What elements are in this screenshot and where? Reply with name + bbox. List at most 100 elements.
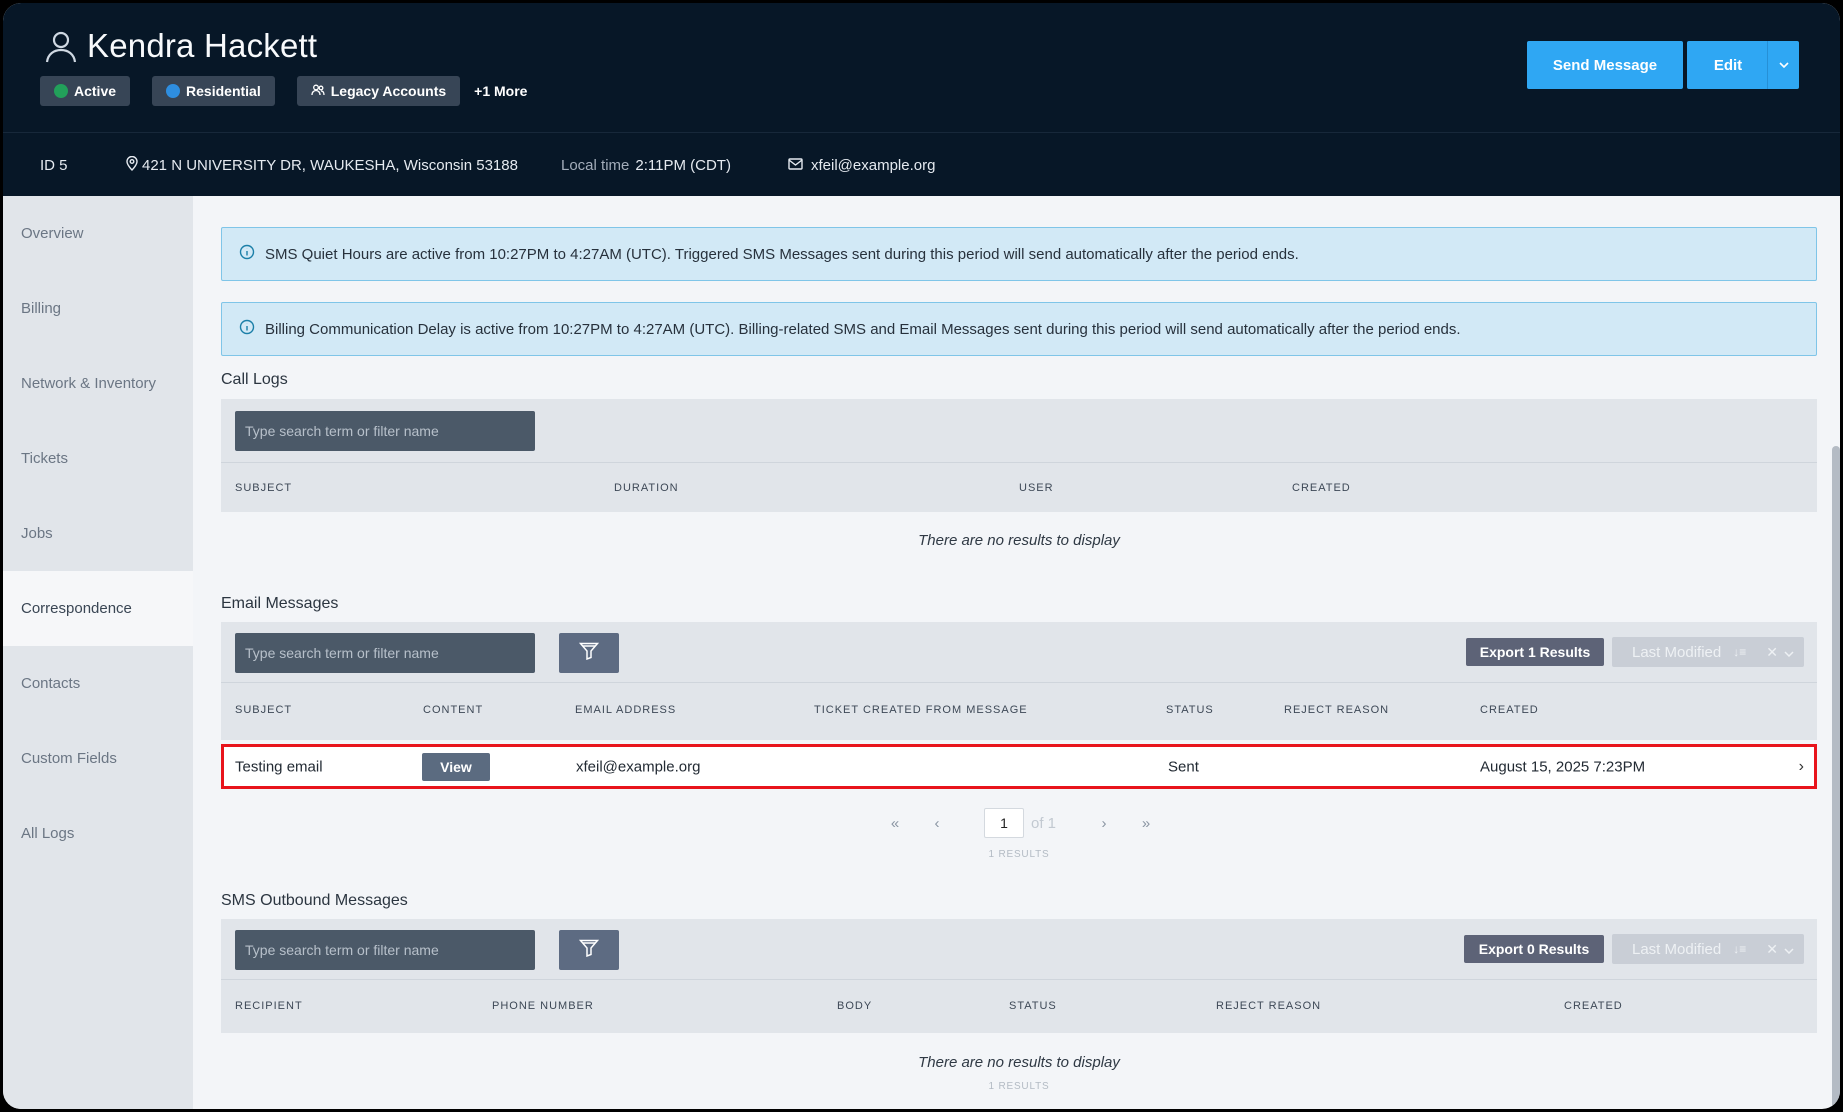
tag-active[interactable]: Active bbox=[40, 76, 131, 106]
call-logs-search-input[interactable] bbox=[235, 411, 535, 451]
tag-label: Active bbox=[74, 83, 117, 99]
customer-tags: Active Residential Legacy Accounts +1 Mo… bbox=[40, 76, 527, 106]
sidebar-item-correspondence[interactable]: Correspondence bbox=[3, 571, 193, 646]
email-subject: Testing email bbox=[235, 758, 323, 775]
column-header-email-address[interactable]: EMAIL ADDRESS bbox=[575, 704, 676, 716]
sidebar-item-overview[interactable]: Overview bbox=[3, 196, 193, 271]
status-dot-icon bbox=[166, 84, 181, 98]
header-top: Kendra Hackett Active Residential Legacy… bbox=[3, 3, 1840, 133]
sidebar-item-billing[interactable]: Billing bbox=[3, 271, 193, 346]
call-logs-toolbar bbox=[221, 399, 1817, 462]
prev-page-button[interactable]: ‹ bbox=[927, 808, 947, 838]
mail-icon bbox=[788, 157, 803, 174]
chevron-down-icon[interactable] bbox=[1784, 941, 1794, 958]
sidebar-item-tickets[interactable]: Tickets bbox=[3, 421, 193, 496]
first-page-button[interactable]: « bbox=[885, 808, 905, 838]
column-header-created[interactable]: CREATED bbox=[1292, 482, 1351, 494]
sidebar-item-jobs[interactable]: Jobs bbox=[3, 496, 193, 571]
email-messages-title: Email Messages bbox=[221, 595, 339, 612]
email-address: xfeil@example.org bbox=[576, 758, 701, 775]
export-results-button[interactable]: Export 0 Results bbox=[1464, 935, 1604, 963]
column-header-created[interactable]: CREATED bbox=[1564, 1000, 1623, 1012]
sidebar-item-all-logs[interactable]: All Logs bbox=[3, 796, 193, 871]
customer-email[interactable]: xfeil@example.org bbox=[788, 157, 935, 174]
alert-text: Billing Communication Delay is active fr… bbox=[265, 320, 1461, 338]
column-header-phone-number[interactable]: PHONE NUMBER bbox=[492, 1000, 594, 1012]
column-header-reject-reason[interactable]: REJECT REASON bbox=[1284, 704, 1389, 716]
email-results-count: 1 RESULTS bbox=[988, 849, 1050, 860]
table-row[interactable]: Testing email View xfeil@example.org Sen… bbox=[221, 744, 1817, 789]
edit-button[interactable]: Edit bbox=[1687, 41, 1799, 89]
column-header-subject[interactable]: SUBJECT bbox=[235, 704, 292, 716]
sidebar-item-contacts[interactable]: Contacts bbox=[3, 646, 193, 721]
page-of-text: of 1 bbox=[1031, 814, 1057, 832]
header-actions: Send Message Edit bbox=[1527, 41, 1799, 89]
sms-empty-text: There are no results to display bbox=[918, 1054, 1120, 1071]
main-content: SMS Quiet Hours are active from 10:27PM … bbox=[221, 196, 1817, 1109]
sms-results-count: 1 RESULTS bbox=[988, 1081, 1050, 1092]
tag-legacy-accounts[interactable]: Legacy Accounts bbox=[296, 76, 461, 106]
sort-order-icon[interactable]: ↓≡ bbox=[1733, 645, 1746, 659]
edit-label: Edit bbox=[1713, 56, 1743, 74]
column-header-status[interactable]: STATUS bbox=[1009, 1000, 1057, 1012]
more-tags-link[interactable]: +1 More bbox=[474, 83, 527, 99]
sidebar-item-custom-fields[interactable]: Custom Fields bbox=[3, 721, 193, 796]
last-page-button[interactable]: » bbox=[1136, 808, 1156, 838]
chevron-right-icon[interactable]: › bbox=[1799, 758, 1804, 776]
sort-order-icon[interactable]: ↓≡ bbox=[1733, 942, 1746, 956]
sort-label: Last Modified bbox=[1632, 940, 1722, 958]
column-header-created[interactable]: CREATED bbox=[1480, 704, 1539, 716]
email-messages-column-header: SUBJECT CONTENT EMAIL ADDRESS TICKET CRE… bbox=[221, 683, 1817, 740]
column-header-duration[interactable]: DURATION bbox=[614, 482, 679, 494]
customer-address: 421 N UNIVERSITY DR, WAUKESHA, Wisconsin… bbox=[126, 155, 518, 175]
email-text: xfeil@example.org bbox=[811, 156, 936, 174]
sort-select[interactable]: Last Modified ↓≡ ✕ bbox=[1612, 637, 1804, 667]
call-logs-empty-text: There are no results to display bbox=[918, 532, 1120, 549]
app-window: Kendra Hackett Active Residential Legacy… bbox=[3, 3, 1840, 1109]
view-content-button[interactable]: View bbox=[422, 752, 490, 781]
page-number-input[interactable]: 1 bbox=[984, 808, 1024, 838]
tag-label: Legacy Accounts bbox=[330, 83, 447, 99]
sms-search-input[interactable] bbox=[235, 930, 535, 970]
email-messages-toolbar: Export 1 Results Last Modified ↓≡ ✕ bbox=[221, 622, 1817, 682]
address-text: 421 N UNIVERSITY DR, WAUKESHA, Wisconsin… bbox=[142, 156, 518, 174]
column-header-subject[interactable]: SUBJECT bbox=[235, 482, 292, 494]
clear-sort-icon[interactable]: ✕ bbox=[1766, 644, 1778, 661]
column-header-user[interactable]: USER bbox=[1019, 482, 1054, 494]
tag-residential[interactable]: Residential bbox=[152, 76, 275, 106]
column-header-recipient[interactable]: RECIPIENT bbox=[235, 1000, 303, 1012]
customer-id: ID 5 bbox=[40, 156, 68, 174]
filter-icon bbox=[578, 642, 600, 665]
column-header-reject-reason[interactable]: REJECT REASON bbox=[1216, 1000, 1321, 1012]
sort-select[interactable]: Last Modified ↓≡ ✕ bbox=[1612, 934, 1804, 964]
customer-header: Kendra Hackett Active Residential Legacy… bbox=[3, 3, 1840, 196]
chevron-down-icon[interactable] bbox=[1767, 41, 1799, 89]
column-header-ticket-created[interactable]: TICKET CREATED FROM MESSAGE bbox=[814, 704, 1028, 716]
sidebar-nav: Overview Billing Network & Inventory Tic… bbox=[3, 196, 193, 1109]
column-header-body[interactable]: BODY bbox=[837, 1000, 872, 1012]
filter-button[interactable] bbox=[559, 633, 619, 673]
sidebar-item-network-inventory[interactable]: Network & Inventory bbox=[3, 346, 193, 421]
next-page-button[interactable]: › bbox=[1094, 808, 1114, 838]
person-icon bbox=[43, 28, 79, 64]
email-search-input[interactable] bbox=[235, 633, 535, 673]
filter-icon bbox=[578, 939, 600, 962]
clear-sort-icon[interactable]: ✕ bbox=[1766, 941, 1778, 958]
local-time-value: 2:11PM (CDT) bbox=[635, 156, 731, 174]
chevron-down-icon[interactable] bbox=[1784, 644, 1794, 661]
send-message-button[interactable]: Send Message bbox=[1527, 41, 1683, 89]
column-header-content[interactable]: CONTENT bbox=[423, 704, 483, 716]
email-status: Sent bbox=[1168, 758, 1199, 775]
billing-delay-alert: Billing Communication Delay is active fr… bbox=[221, 302, 1817, 356]
call-logs-title: Call Logs bbox=[221, 371, 288, 388]
email-created: August 15, 2025 7:23PM bbox=[1480, 758, 1646, 775]
sms-outbound-toolbar: Export 0 Results Last Modified ↓≡ ✕ bbox=[221, 919, 1817, 979]
customer-name: Kendra Hackett bbox=[87, 27, 318, 64]
customer-info-bar: ID 5 421 N UNIVERSITY DR, WAUKESHA, Wisc… bbox=[3, 134, 1840, 196]
export-results-button[interactable]: Export 1 Results bbox=[1466, 638, 1604, 666]
column-header-status[interactable]: STATUS bbox=[1166, 704, 1214, 716]
status-dot-icon bbox=[54, 84, 68, 98]
vertical-scrollbar[interactable] bbox=[1832, 446, 1840, 1109]
filter-button[interactable] bbox=[559, 930, 619, 970]
info-icon bbox=[239, 319, 255, 339]
